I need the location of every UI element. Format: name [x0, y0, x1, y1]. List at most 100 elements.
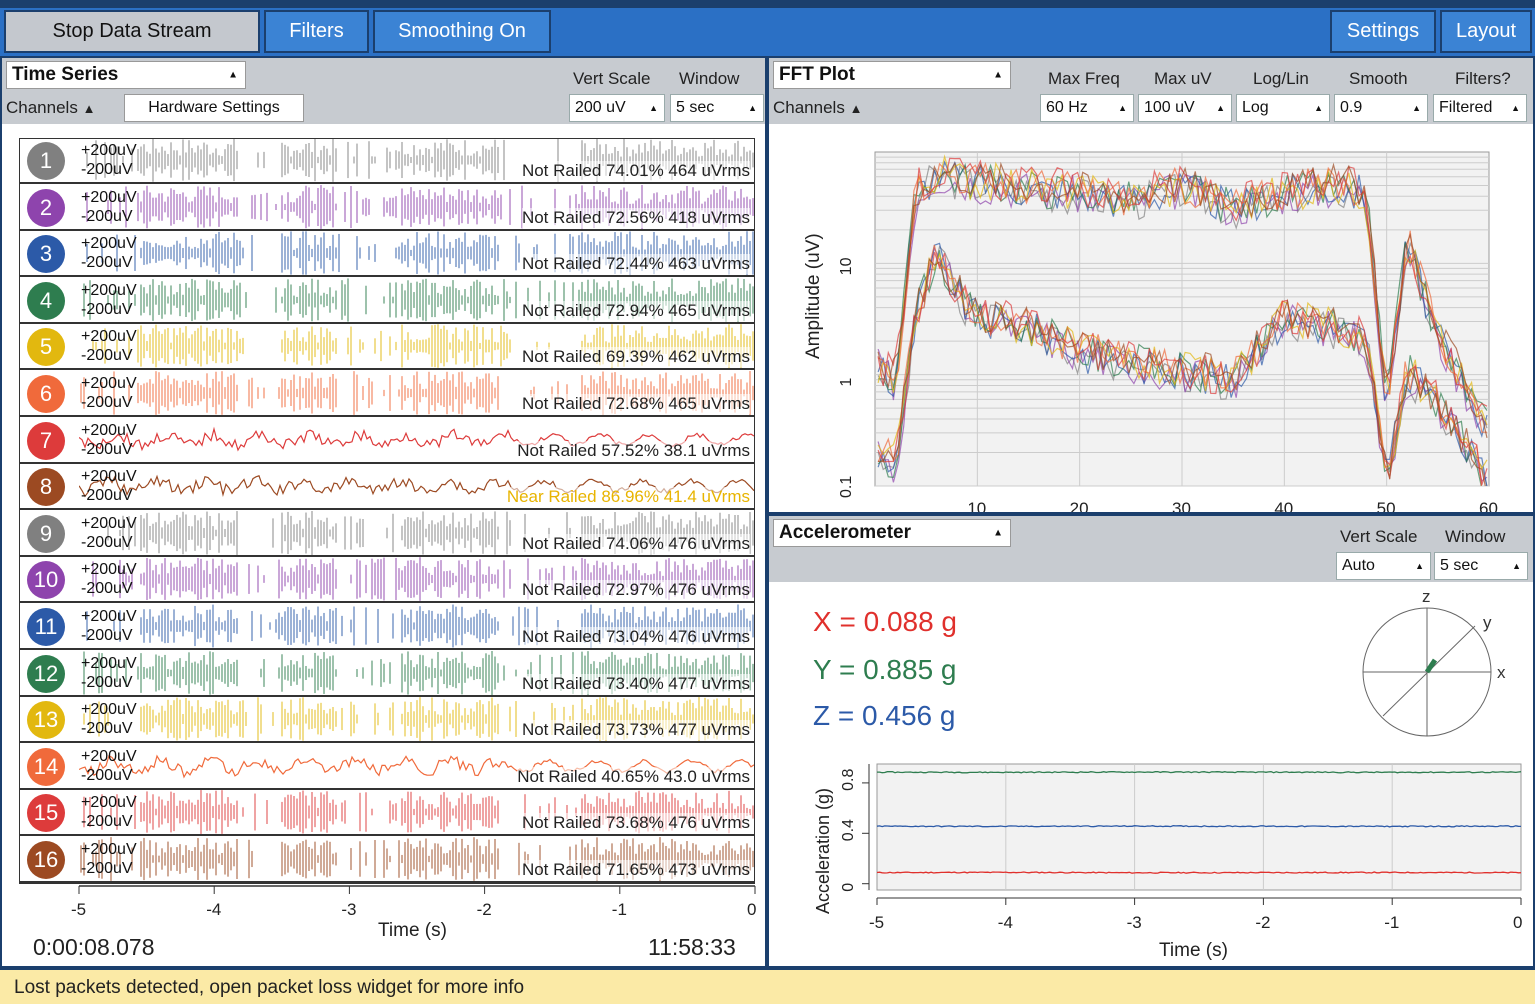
accel-series-line — [876, 825, 1522, 828]
channel-status: Not Railed 72.94% 465 uVrms — [521, 300, 750, 321]
fft-header: FFT Plot ▲ Max Freq Max uV Log/Lin Smoot… — [769, 58, 1533, 92]
channel-scale-top: +200uV — [81, 188, 137, 206]
channel-scale-top: +200uV — [81, 841, 137, 858]
accel-vert-scale-select[interactable]: Auto ▲ — [1336, 552, 1431, 580]
gauge-x-label: x — [1497, 663, 1506, 682]
channel-scale-top: +200uV — [81, 561, 137, 579]
channel-number-button[interactable]: 2 — [27, 188, 65, 227]
channel-status: Not Railed 40.65% 43.0 uVrms — [517, 766, 750, 787]
accel-y-axis-label: Acceleration (g) — [813, 788, 833, 914]
channel-number-button[interactable]: 4 — [27, 281, 65, 320]
hardware-settings-button[interactable]: Hardware Settings — [124, 94, 304, 122]
channel-status: Near Railed 86.96% 41.4 uVrms — [506, 487, 750, 508]
fft-widget-select[interactable]: FFT Plot ▲ — [773, 61, 1011, 89]
accelerometer-panel: Accelerometer ▲ Vert Scale Window Auto ▲ … — [767, 514, 1535, 968]
top-toolbar: Stop Data Stream Filters Smoothing On Se… — [0, 0, 1535, 56]
channel-scale-bottom: -200uV — [81, 673, 133, 691]
channel-number-button[interactable]: 13 — [27, 701, 65, 740]
channel-status: Not Railed 74.06% 476 uVrms — [521, 533, 750, 554]
channel-scale-top: +200uV — [81, 375, 137, 392]
accel-z-readout: Z = 0.456 g — [813, 700, 956, 731]
channel-status: Not Railed 72.68% 465 uVrms — [521, 394, 750, 414]
channel-number-button[interactable]: 6 — [27, 375, 65, 413]
smooth-select[interactable]: 0.9 ▲ — [1334, 94, 1428, 122]
channel-scale-labels: +200uV -200uV — [81, 327, 137, 365]
channel-number-button[interactable]: 16 — [27, 841, 65, 879]
caret-up-icon: ▲ — [849, 101, 863, 116]
caret-up-icon: ▲ — [228, 69, 238, 81]
smooth-label: Smooth — [1349, 69, 1408, 88]
top-strip — [0, 0, 1535, 8]
channel-row: 7 +200uV -200uV Not Railed 57.52% 38.1 uVrm… — [19, 418, 755, 464]
fft-channels-toggle[interactable]: Channels ▲ — [773, 98, 862, 118]
fft-panel: FFT Plot ▲ Max Freq Max uV Log/Lin Smoot… — [767, 56, 1535, 514]
channel-scale-top: +200uV — [81, 421, 137, 439]
channel-scale-top: +200uV — [81, 747, 137, 765]
channel-number-button[interactable]: 7 — [27, 421, 65, 460]
channel-scale-top: +200uV — [81, 701, 137, 719]
channels-toggle[interactable]: Channels ▲ — [6, 98, 95, 118]
channel-row: 1 +200uV -200uV Not Railed 74.01% 464 uVrms — [19, 138, 755, 184]
channels-label: Channels — [6, 98, 78, 117]
max-uv-select[interactable]: 100 uV ▲ — [1138, 94, 1232, 122]
settings-button[interactable]: Settings — [1330, 10, 1436, 53]
max-freq-label: Max Freq — [1048, 69, 1120, 88]
channel-number-button[interactable]: 10 — [27, 561, 65, 600]
channel-scale-labels: +200uV -200uV — [81, 840, 137, 878]
layout-button[interactable]: Layout — [1440, 10, 1532, 53]
channel-row: 9 +200uV -200uV Not Railed 74.06% 476 uVrms — [19, 510, 755, 557]
caret-up-icon: ▲ — [1415, 561, 1424, 571]
accel-y-tick-label: 0.4 — [840, 819, 857, 841]
caret-up-icon: ▲ — [748, 103, 757, 113]
window-value: 5 sec — [676, 99, 715, 116]
loglin-select[interactable]: Log ▲ — [1236, 94, 1330, 122]
channel-scale-labels: +200uV -200uV — [81, 700, 137, 738]
accel-x-tick-label: -2 — [1255, 913, 1270, 932]
channel-scale-bottom: -200uV — [81, 627, 133, 644]
channel-number-button[interactable]: 5 — [27, 328, 65, 367]
channel-number-button[interactable]: 8 — [27, 468, 65, 507]
caret-up-icon: ▲ — [1511, 103, 1520, 113]
channel-scale-top: +200uV — [81, 794, 137, 812]
channel-number-button[interactable]: 15 — [27, 794, 65, 833]
orientation-gauge: z y x — [1362, 587, 1506, 737]
channel-scale-bottom: -200uV — [81, 813, 133, 831]
accel-widget-select[interactable]: Accelerometer ▲ — [773, 519, 1011, 547]
filters-button[interactable]: Filters — [264, 10, 369, 53]
channel-number-button[interactable]: 1 — [27, 142, 65, 180]
channel-number-button[interactable]: 14 — [27, 747, 65, 786]
channel-scale-bottom: -200uV — [81, 394, 133, 411]
channel-status: Not Railed 69.39% 462 uVrms — [521, 347, 750, 368]
channel-row: 6 +200uV -200uV Not Railed 72.68% 465 uVrms — [19, 371, 755, 417]
accel-x-tick-label: -5 — [869, 913, 884, 932]
channel-number-button[interactable]: 11 — [27, 608, 65, 646]
filters-select[interactable]: Filtered ▲ — [1433, 94, 1527, 122]
channel-number-button[interactable]: 9 — [27, 514, 65, 553]
stop-data-stream-button[interactable]: Stop Data Stream — [4, 10, 260, 53]
channel-row: 3 +200uV -200uV Not Railed 72.44% 463 uVrms — [19, 231, 755, 278]
status-bar: Lost packets detected, open packet loss … — [0, 968, 1535, 1004]
time-axis-tick-label: -1 — [611, 900, 627, 919]
fft-x-tick-label: 50 — [1377, 499, 1396, 512]
smoothing-button[interactable]: Smoothing On — [373, 10, 551, 53]
caret-up-icon: ▲ — [1512, 561, 1521, 571]
channel-scale-bottom: -200uV — [81, 580, 133, 598]
channel-status: Not Railed 72.44% 463 uVrms — [521, 254, 750, 275]
channel-scale-bottom: -200uV — [81, 766, 133, 784]
channel-scale-labels: +200uV -200uV — [81, 421, 137, 459]
accel-window-label: Window — [1445, 527, 1506, 546]
channel-status: Not Railed 71.65% 473 uVrms — [521, 860, 750, 880]
accel-x-axis-label: Time (s) — [1159, 940, 1228, 961]
channel-scale-labels: +200uV -200uV — [81, 793, 137, 831]
channel-scale-bottom: -200uV — [81, 300, 133, 318]
time-axis-label: Time (s) — [378, 920, 447, 941]
channel-number-button[interactable]: 3 — [27, 235, 65, 274]
channel-number-button[interactable]: 12 — [27, 654, 65, 693]
max-freq-select[interactable]: 60 Hz ▲ — [1040, 94, 1134, 122]
channel-scale-labels: +200uV -200uV — [81, 374, 137, 412]
time-series-widget-select[interactable]: Time Series ▲ — [6, 61, 246, 89]
accel-window-select[interactable]: 5 sec ▲ — [1434, 552, 1528, 580]
window-select[interactable]: 5 sec ▲ — [670, 94, 764, 122]
fft-subheader: Channels ▲ 60 Hz ▲ 100 uV ▲ Log ▲ 0.9 ▲ Filt… — [769, 92, 1533, 124]
vert-scale-select[interactable]: 200 uV ▲ — [569, 94, 665, 122]
